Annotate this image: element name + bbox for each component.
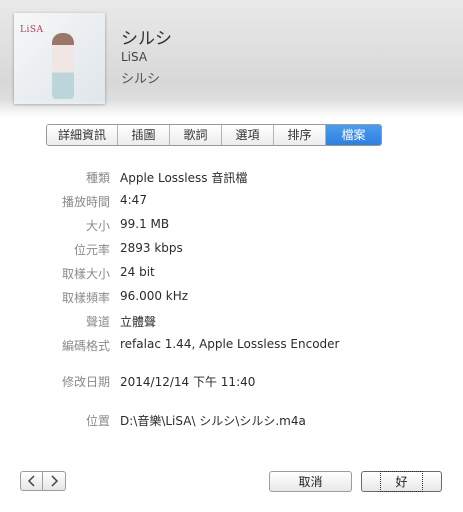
cancel-button[interactable]: 取消 (269, 471, 352, 492)
info-row-size: 大小 99.1 MB (0, 215, 463, 235)
ok-button-label: 好 (380, 471, 423, 492)
info-label: 編碼格式 (61, 339, 110, 353)
info-row-sample-rate: 取樣頻率 96.000 kHz (0, 287, 463, 307)
tab-bar: 詳細資訊 插圖 歌詞 選項 排序 檔案 (46, 124, 382, 146)
artwork-logo: LiSA (20, 25, 44, 35)
tab-sorting[interactable]: 排序 (273, 125, 325, 145)
header: LiSA シルシ LiSA シルシ (0, 0, 463, 118)
file-info-panel[interactable]: 種類 Apple Lossless 音訊檔 播放時間 4:47 大小 99.1 … (0, 165, 463, 450)
album-name: シルシ (121, 72, 161, 87)
info-value: 2014/12/14 下午 11:40 (120, 375, 256, 389)
info-value[interactable]: D:\音樂\LiSA\ シルシ\シルシ.m4a (120, 412, 306, 429)
info-row-sample-size: 取樣大小 24 bit (0, 263, 463, 283)
info-label: 聲道 (85, 315, 110, 329)
track-navigation (20, 471, 66, 491)
info-label: 播放時間 (61, 195, 110, 209)
info-value: 2893 kbps (120, 241, 183, 255)
ok-button[interactable]: 好 (361, 471, 442, 492)
album-artwork: LiSA (14, 13, 105, 104)
info-label: 大小 (85, 219, 110, 233)
info-value: 4:47 (120, 193, 147, 207)
info-row-encoder: 編碼格式 refalac 1.44, Apple Lossless Encode… (0, 335, 463, 355)
info-value: 24 bit (120, 265, 155, 279)
artwork-figure (52, 33, 74, 99)
info-label: 種類 (85, 171, 110, 185)
chevron-right-icon (51, 475, 59, 487)
info-value: refalac 1.44, Apple Lossless Encoder (120, 337, 340, 351)
info-value: 96.000 kHz (120, 289, 189, 303)
info-row-location: 位置 D:\音樂\LiSA\ シルシ\シルシ.m4a (0, 410, 463, 430)
chevron-left-icon (27, 475, 35, 487)
info-label: 位元率 (73, 243, 110, 257)
previous-track-button[interactable] (20, 471, 43, 491)
info-value: Apple Lossless 音訊檔 (120, 171, 248, 185)
info-row-modified: 修改日期 2014/12/14 下午 11:40 (0, 371, 463, 391)
next-track-button[interactable] (43, 471, 66, 491)
tab-options[interactable]: 選項 (221, 125, 273, 145)
tab-lyrics[interactable]: 歌詞 (169, 125, 221, 145)
info-label: 位置 (85, 414, 110, 428)
info-row-kind: 種類 Apple Lossless 音訊檔 (0, 167, 463, 187)
info-label: 修改日期 (61, 375, 110, 389)
scroll-fade (0, 431, 463, 450)
info-label: 取樣頻率 (61, 291, 110, 305)
info-label: 取樣大小 (61, 267, 110, 281)
artist-name: LiSA (121, 50, 148, 64)
info-row-duration: 播放時間 4:47 (0, 191, 463, 211)
song-title: シルシ (121, 29, 172, 49)
tab-artwork[interactable]: 插圖 (117, 125, 169, 145)
info-value: 立體聲 (120, 315, 157, 329)
info-value: 99.1 MB (120, 217, 170, 231)
info-row-channels: 聲道 立體聲 (0, 311, 463, 331)
tab-file[interactable]: 檔案 (325, 125, 381, 145)
info-row-bitrate: 位元率 2893 kbps (0, 239, 463, 259)
tab-details[interactable]: 詳細資訊 (47, 125, 117, 145)
